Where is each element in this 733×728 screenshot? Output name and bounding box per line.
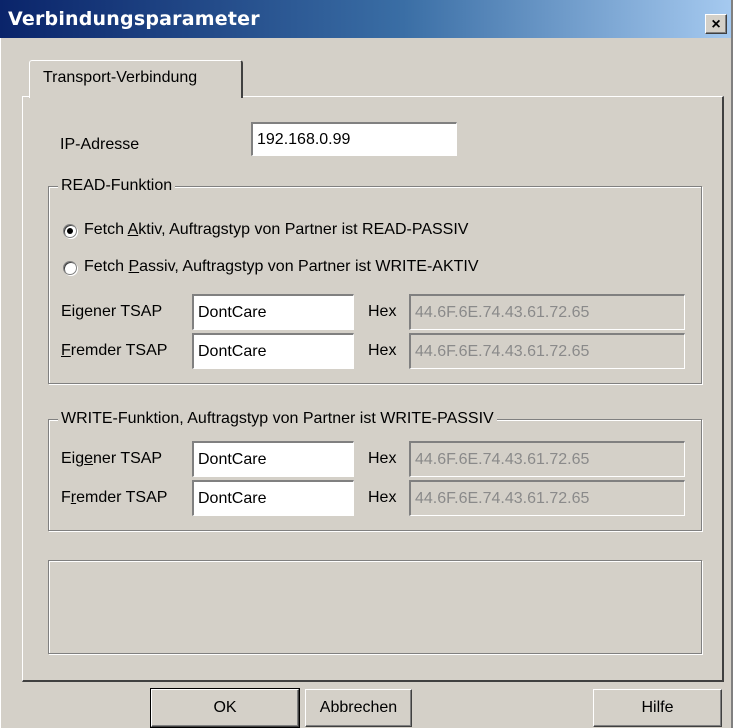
cancel-button[interactable]: Abbrechen [305, 689, 412, 727]
tab-panel [22, 96, 724, 682]
help-button[interactable]: Hilfe [593, 689, 722, 727]
tab-transport-verbindung[interactable]: Transport-Verbindung [29, 60, 243, 98]
window-title: Verbindungsparameter [8, 8, 260, 30]
tab-label: Transport-Verbindung [43, 69, 198, 86]
window-border-left [0, 38, 1, 728]
ok-button[interactable]: OK [150, 688, 300, 728]
close-icon[interactable]: × [705, 14, 727, 34]
